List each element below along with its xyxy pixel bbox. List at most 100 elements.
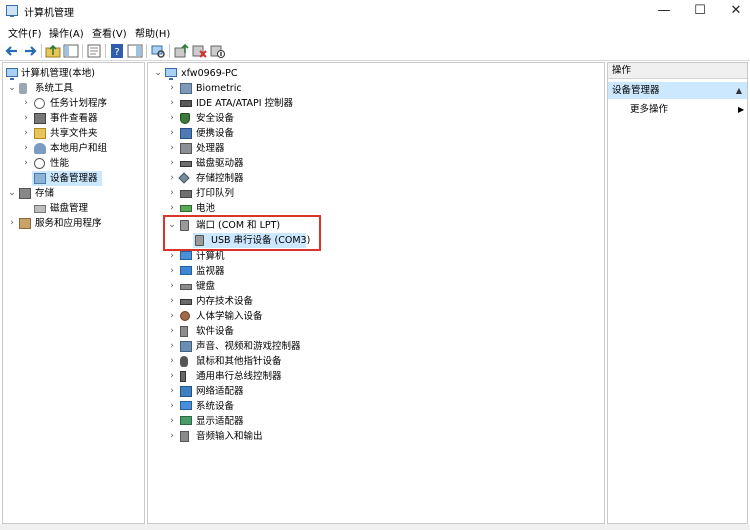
device-category[interactable]: › 存储控制器	[148, 171, 598, 186]
device-category[interactable]: › 计算机	[148, 249, 598, 264]
uninstall-device-icon[interactable]	[191, 43, 207, 59]
disable-device-icon[interactable]	[209, 43, 225, 59]
tree-item-task-scheduler[interactable]: › 任务计划程序	[3, 96, 143, 111]
audio-input-output-icon	[180, 431, 189, 442]
title-bar: 计算机管理 — ☐ ✕	[0, 0, 750, 22]
chevron-right-icon[interactable]: ›	[167, 186, 177, 201]
help-icon[interactable]: ?	[109, 43, 125, 59]
minimize-button[interactable]: —	[644, 0, 684, 22]
chevron-right-icon[interactable]: ›	[167, 96, 177, 111]
device-category[interactable]: › 打印队列	[148, 186, 598, 201]
device-category[interactable]: › 系统设备	[148, 399, 598, 414]
action-pane-icon[interactable]	[127, 43, 143, 59]
device-category[interactable]: › 便携设备	[148, 126, 598, 141]
device-category[interactable]: › 安全设备	[148, 111, 598, 126]
device-category[interactable]: › 声音、视频和游戏控制器	[148, 339, 598, 354]
chevron-right-icon[interactable]: ›	[167, 399, 177, 414]
scan-hardware-icon[interactable]	[150, 43, 166, 59]
chevron-right-icon[interactable]: ›	[167, 171, 177, 186]
maximize-button[interactable]: ☐	[680, 0, 720, 22]
chevron-right-icon[interactable]: ›	[167, 156, 177, 171]
chevron-right-icon[interactable]: ›	[21, 111, 31, 126]
back-arrow-icon[interactable]	[4, 43, 20, 59]
chevron-right-icon[interactable]: ›	[167, 369, 177, 384]
device-category[interactable]: › 内存技术设备	[148, 294, 598, 309]
computer-management-icon	[6, 5, 18, 17]
chevron-right-icon[interactable]: ›	[167, 429, 177, 444]
chevron-right-icon[interactable]: ›	[167, 81, 177, 96]
device-category[interactable]: › IDE ATA/ATAPI 控制器	[148, 96, 598, 111]
menu-view[interactable]: 查看(V)	[92, 25, 127, 40]
device-category[interactable]: › 人体学输入设备	[148, 309, 598, 324]
actions-header: 操作	[608, 63, 747, 79]
chevron-right-icon[interactable]: ›	[21, 141, 31, 156]
export-list-icon[interactable]	[86, 43, 102, 59]
tree-item-shared-folders[interactable]: › 共享文件夹	[3, 126, 143, 141]
disk-drive-icon	[180, 161, 192, 167]
device-category[interactable]: › 监视器	[148, 264, 598, 279]
device-category[interactable]: › 电池	[148, 201, 598, 216]
device-category[interactable]: › 通用串行总线控制器	[148, 369, 598, 384]
chevron-right-icon[interactable]: ›	[167, 339, 177, 354]
submenu-arrow-icon: ▶	[738, 105, 745, 114]
device-category[interactable]: › Biometric	[148, 81, 598, 96]
tree-item-device-manager[interactable]: 设备管理器	[3, 171, 143, 186]
chevron-right-icon[interactable]: ›	[21, 156, 31, 171]
tree-item-performance[interactable]: › 性能	[3, 156, 143, 171]
close-button[interactable]: ✕	[716, 0, 750, 22]
actions-pane: 操作 设备管理器 ▲ 更多操作 ▶	[607, 62, 748, 524]
chevron-right-icon[interactable]: ›	[167, 294, 177, 309]
up-folder-icon[interactable]	[45, 43, 61, 59]
device-category[interactable]: › 显示适配器	[148, 414, 598, 429]
chevron-right-icon[interactable]: ›	[167, 309, 177, 324]
tree-item-storage[interactable]: ⌄ 存储	[3, 186, 143, 201]
chevron-down-icon[interactable]: ⌄	[7, 186, 17, 201]
device-category[interactable]: › 鼠标和其他指针设备	[148, 354, 598, 369]
chevron-down-icon[interactable]: ⌄	[153, 66, 163, 81]
chevron-right-icon[interactable]: ›	[167, 264, 177, 279]
device-category[interactable]: › 网络适配器	[148, 384, 598, 399]
chevron-right-icon[interactable]: ›	[167, 111, 177, 126]
tree-item-local-users-groups[interactable]: › 本地用户和组	[3, 141, 143, 156]
tree-item-computer-management[interactable]: 计算机管理(本地)	[3, 66, 143, 81]
mouse-icon	[180, 356, 188, 367]
tree-item-system-tools[interactable]: ⌄ 系统工具	[3, 81, 143, 96]
chevron-right-icon[interactable]: ›	[21, 126, 31, 141]
chevron-right-icon[interactable]: ›	[167, 126, 177, 141]
chevron-right-icon[interactable]: ›	[167, 141, 177, 156]
device-category[interactable]: › 键盘	[148, 279, 598, 294]
chevron-right-icon[interactable]: ›	[167, 384, 177, 399]
chevron-right-icon[interactable]: ›	[7, 216, 17, 231]
show-hide-tree-icon[interactable]	[63, 43, 79, 59]
tree-item-event-viewer[interactable]: › 事件查看器	[3, 111, 143, 126]
usb-controller-icon	[180, 371, 186, 382]
hid-icon	[180, 311, 190, 321]
menu-help[interactable]: 帮助(H)	[135, 25, 170, 40]
chevron-right-icon[interactable]: ›	[167, 201, 177, 216]
actions-section-device-manager[interactable]: 设备管理器 ▲	[608, 82, 747, 99]
menu-action[interactable]: 操作(A)	[49, 25, 84, 40]
computer-icon	[6, 68, 18, 80]
chevron-right-icon[interactable]: ›	[167, 279, 177, 294]
more-actions-link[interactable]: 更多操作	[630, 102, 668, 117]
device-category[interactable]: › 音频输入和输出	[148, 429, 598, 444]
processor-icon	[180, 143, 192, 154]
collapse-up-icon[interactable]: ▲	[736, 82, 742, 99]
tree-item-disk-management[interactable]: 磁盘管理	[3, 201, 143, 216]
forward-arrow-icon[interactable]	[22, 43, 38, 59]
chevron-right-icon[interactable]: ›	[167, 354, 177, 369]
chevron-right-icon[interactable]: ›	[21, 96, 31, 111]
computer-icon	[180, 251, 192, 260]
menu-file[interactable]: 文件(F)	[8, 25, 42, 40]
tree-item-services-applications[interactable]: › 服务和应用程序	[3, 216, 143, 231]
device-category[interactable]: › 磁盘驱动器	[148, 156, 598, 171]
update-driver-icon[interactable]	[173, 43, 189, 59]
chevron-right-icon[interactable]: ›	[167, 249, 177, 264]
device-category[interactable]: › 处理器	[148, 141, 598, 156]
chevron-right-icon[interactable]: ›	[167, 324, 177, 339]
computer-icon	[165, 68, 177, 80]
device-category[interactable]: › 软件设备	[148, 324, 598, 339]
chevron-down-icon[interactable]: ⌄	[7, 81, 17, 96]
chevron-right-icon[interactable]: ›	[167, 414, 177, 429]
device-root[interactable]: ⌄ xfw0969-PC	[148, 66, 598, 81]
